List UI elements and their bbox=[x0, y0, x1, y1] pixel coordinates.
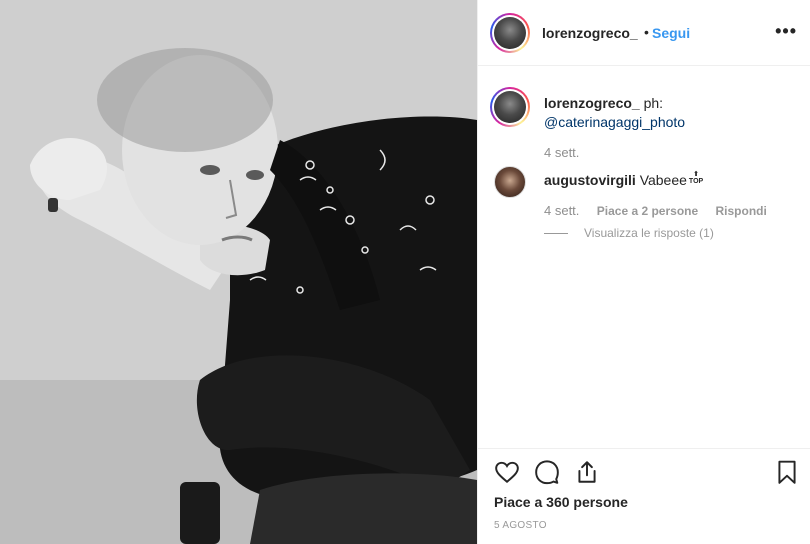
caption-body: ph: bbox=[639, 95, 664, 111]
comment-text: augustovirgili Vabeee ⬆ TOP bbox=[544, 171, 703, 188]
comment-body: Vabeee bbox=[639, 172, 687, 188]
comment-timestamp[interactable]: 4 sett. bbox=[544, 203, 579, 218]
post-sidebar: lorenzogreco_ • Segui ••• lorenzogreco_ … bbox=[477, 0, 810, 544]
caption-timestamp[interactable]: 4 sett. bbox=[544, 145, 579, 160]
photo-illustration bbox=[0, 0, 477, 544]
comment-icon[interactable] bbox=[534, 459, 562, 487]
commenter-username[interactable]: augustovirgili bbox=[544, 172, 636, 188]
comment-meta: 4 sett. Piace a 2 persone Rispondi bbox=[544, 203, 781, 218]
author-username[interactable]: lorenzogreco_ bbox=[542, 25, 638, 41]
post-photo[interactable] bbox=[0, 0, 477, 544]
caption-author-avatar[interactable] bbox=[490, 87, 530, 127]
top-emoji-label: TOP bbox=[688, 178, 704, 185]
bookmark-icon[interactable] bbox=[774, 459, 802, 487]
reply-button[interactable]: Rispondi bbox=[716, 204, 767, 218]
replies-divider-line bbox=[544, 233, 568, 235]
heart-icon[interactable] bbox=[494, 459, 522, 487]
caption-text: lorenzogreco_ ph: @caterinagaggi_photo bbox=[544, 94, 794, 132]
caption: lorenzogreco_ ph: @caterinagaggi_photo 4… bbox=[478, 66, 810, 166]
post-actions: Piace a 360 persone 5 AGOSTO bbox=[478, 448, 810, 544]
more-options-icon[interactable]: ••• bbox=[775, 21, 797, 42]
separator-dot: • bbox=[644, 24, 649, 40]
post-header: lorenzogreco_ • Segui ••• bbox=[478, 0, 810, 66]
comment-item: augustovirgili Vabeee ⬆ TOP 4 sett. Piace … bbox=[478, 166, 810, 246]
post-date[interactable]: 5 AGOSTO bbox=[494, 520, 547, 531]
share-icon[interactable] bbox=[574, 459, 602, 487]
view-replies-button[interactable]: Visualizza le risposte (1) bbox=[544, 226, 714, 240]
top-arrow-emoji-icon: ⬆ TOP bbox=[688, 171, 704, 185]
commenter-avatar[interactable] bbox=[494, 166, 526, 198]
comment-likes-link[interactable]: Piace a 2 persone bbox=[597, 204, 698, 218]
likes-count[interactable]: Piace a 360 persone bbox=[494, 494, 628, 510]
caption-author-username[interactable]: lorenzogreco_ bbox=[544, 95, 640, 111]
view-replies-label: Visualizza le risposte (1) bbox=[584, 226, 714, 240]
author-avatar[interactable] bbox=[490, 13, 530, 53]
caption-mention-link[interactable]: @caterinagaggi_photo bbox=[544, 114, 685, 130]
follow-button[interactable]: Segui bbox=[652, 25, 690, 41]
